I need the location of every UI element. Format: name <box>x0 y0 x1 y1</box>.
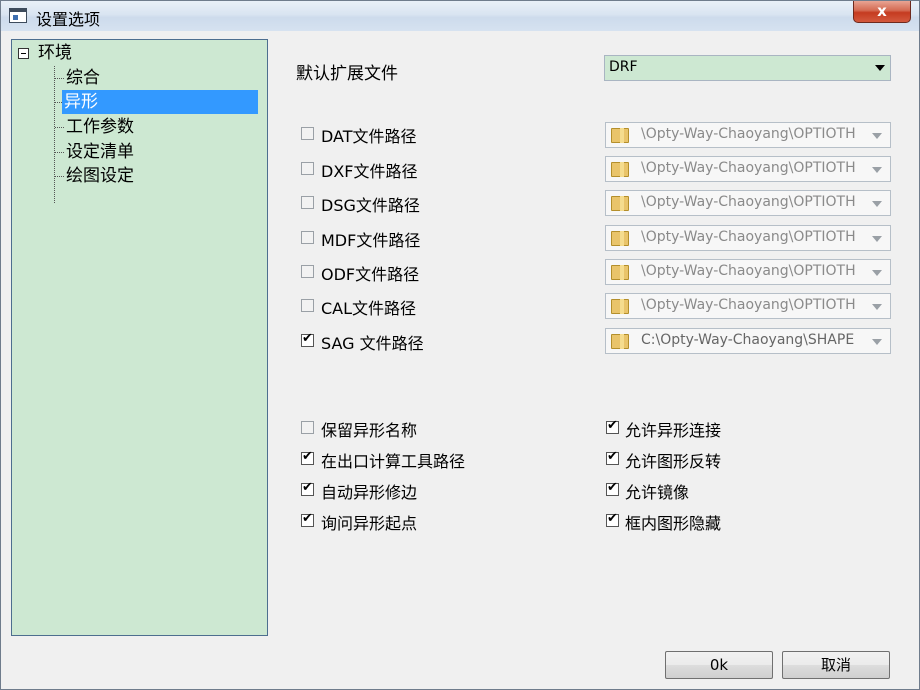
dxf-path-label: DXF文件路径 <box>321 162 418 181</box>
close-button[interactable]: x <box>853 1 911 23</box>
sag-path-select[interactable]: C:\Opty-Way-Chaoyang\SHAPE <box>605 328 891 354</box>
dat-path-label: DAT文件路径 <box>321 127 417 146</box>
folder-icon <box>611 162 629 177</box>
dsg-path-checkbox[interactable] <box>301 196 314 209</box>
dat-path-select[interactable]: \Opty-Way-Chaoyang\OPTIOTH <box>605 122 891 148</box>
title-bar: 设置选项 x <box>1 1 919 31</box>
exit-tool-path-checkbox[interactable]: ✔ <box>301 449 314 465</box>
dxf-path-value: \Opty-Way-Chaoyang\OPTIOTH <box>641 160 856 176</box>
tree-item-setting-list[interactable]: 设定清单 <box>64 140 136 164</box>
tree-connector <box>55 152 64 153</box>
window-title: 设置选项 <box>36 10 101 29</box>
folder-icon <box>611 299 629 314</box>
dat-path-value: \Opty-Way-Chaoyang\OPTIOTH <box>641 126 856 142</box>
mdf-path-checkbox[interactable] <box>301 231 314 244</box>
checkmark-icon: ✔ <box>607 449 618 464</box>
checkmark-icon: ✔ <box>302 480 313 495</box>
dsg-path-label: DSG文件路径 <box>321 196 420 215</box>
sag-path-value: C:\Opty-Way-Chaoyang\SHAPE <box>641 332 855 348</box>
checkmark-icon: ✔ <box>302 449 313 464</box>
dropdown-arrow-icon <box>872 339 882 345</box>
tree-item-shape[interactable]: 异形 <box>62 90 258 114</box>
tree-connector <box>54 66 55 203</box>
dropdown-arrow-icon <box>872 133 882 139</box>
dropdown-arrow-icon <box>872 304 882 310</box>
checkmark-icon: ✔ <box>302 511 313 526</box>
dropdown-arrow-icon <box>872 270 882 276</box>
odf-path-value: \Opty-Way-Chaoyang\OPTIOTH <box>641 263 856 279</box>
dropdown-arrow-icon <box>872 167 882 173</box>
cal-path-select[interactable]: \Opty-Way-Chaoyang\OPTIOTH <box>605 293 891 319</box>
cal-path-label: CAL文件路径 <box>321 299 417 318</box>
keep-shape-name-label: 保留异形名称 <box>321 421 418 440</box>
tree-connector <box>55 78 64 79</box>
tree-item-general[interactable]: 综合 <box>64 66 102 90</box>
allow-connect-checkbox[interactable]: ✔ <box>606 418 619 434</box>
dropdown-arrow-icon <box>872 201 882 207</box>
tree-item-drawing-settings[interactable]: 绘图设定 <box>64 164 136 188</box>
app-window-icon <box>9 8 27 23</box>
settings-tree[interactable]: 环境 综合 异形 工作参数 设定清单 绘图设定 <box>11 39 268 636</box>
odf-path-checkbox[interactable] <box>301 265 314 278</box>
sag-path-checkbox[interactable]: ✔ <box>301 331 314 347</box>
sag-path-label: SAG 文件路径 <box>321 334 424 353</box>
default-ext-select[interactable]: DRF <box>604 55 891 81</box>
folder-icon <box>611 231 629 246</box>
allow-flip-checkbox[interactable]: ✔ <box>606 449 619 465</box>
dropdown-arrow-icon <box>875 65 885 71</box>
dropdown-arrow-icon <box>872 236 882 242</box>
tree-root-environment[interactable]: 环境 <box>38 41 72 65</box>
hide-inner-shapes-label: 框内图形隐藏 <box>625 514 722 533</box>
checkmark-icon: ✔ <box>607 480 618 495</box>
ok-button[interactable]: 0k <box>665 651 773 679</box>
auto-trim-label: 自动异形修边 <box>321 483 418 502</box>
odf-path-label: ODF文件路径 <box>321 265 420 284</box>
dsg-path-value: \Opty-Way-Chaoyang\OPTIOTH <box>641 194 856 210</box>
mdf-path-value: \Opty-Way-Chaoyang\OPTIOTH <box>641 229 856 245</box>
mdf-path-label: MDF文件路径 <box>321 231 421 250</box>
allow-mirror-label: 允许镜像 <box>625 483 690 502</box>
cal-path-checkbox[interactable] <box>301 299 314 312</box>
folder-icon <box>611 265 629 280</box>
default-ext-label: 默认扩展文件 <box>296 64 398 84</box>
cancel-button[interactable]: 取消 <box>782 651 890 679</box>
folder-icon <box>611 334 629 349</box>
ask-start-point-label: 询问异形起点 <box>321 514 418 533</box>
checkmark-icon: ✔ <box>607 511 618 526</box>
dxf-path-checkbox[interactable] <box>301 162 314 175</box>
allow-mirror-checkbox[interactable]: ✔ <box>606 480 619 496</box>
ask-start-point-checkbox[interactable]: ✔ <box>301 511 314 527</box>
checkmark-icon: ✔ <box>302 331 313 346</box>
keep-shape-name-checkbox[interactable] <box>301 421 314 434</box>
tree-item-work-params[interactable]: 工作参数 <box>64 115 136 139</box>
settings-dialog: 设置选项 x 环境 综合 异形 工作参数 设定清单 绘图设定 默认扩展文件 DR… <box>0 0 920 690</box>
tree-connector <box>55 127 64 128</box>
auto-trim-checkbox[interactable]: ✔ <box>301 480 314 496</box>
dat-path-checkbox[interactable] <box>301 127 314 140</box>
tree-connector <box>55 176 64 177</box>
cal-path-value: \Opty-Way-Chaoyang\OPTIOTH <box>641 297 856 313</box>
dsg-path-select[interactable]: \Opty-Way-Chaoyang\OPTIOTH <box>605 190 891 216</box>
checkmark-icon: ✔ <box>607 418 618 433</box>
dxf-path-select[interactable]: \Opty-Way-Chaoyang\OPTIOTH <box>605 156 891 182</box>
allow-connect-label: 允许异形连接 <box>625 421 722 440</box>
odf-path-select[interactable]: \Opty-Way-Chaoyang\OPTIOTH <box>605 259 891 285</box>
hide-inner-shapes-checkbox[interactable]: ✔ <box>606 511 619 527</box>
collapse-icon[interactable] <box>18 48 29 59</box>
folder-icon <box>611 196 629 211</box>
folder-icon <box>611 128 629 143</box>
exit-tool-path-label: 在出口计算工具路径 <box>321 452 466 471</box>
allow-flip-label: 允许图形反转 <box>625 452 722 471</box>
mdf-path-select[interactable]: \Opty-Way-Chaoyang\OPTIOTH <box>605 225 891 251</box>
default-ext-value: DRF <box>609 59 638 75</box>
